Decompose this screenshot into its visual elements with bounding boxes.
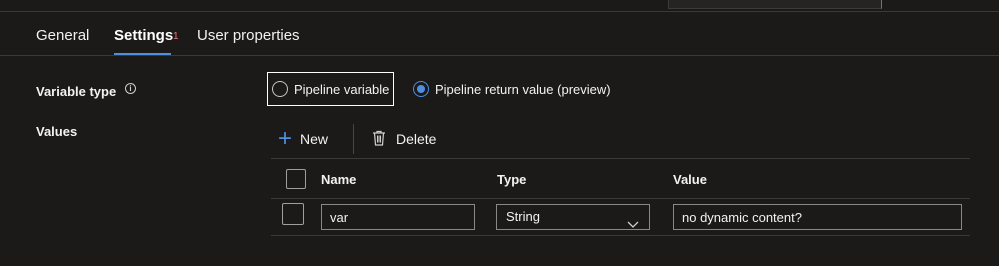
values-label: Values: [36, 124, 78, 139]
top-bar-field[interactable]: [668, 0, 882, 9]
grid-top-border: [271, 158, 970, 159]
radio-pipeline-variable-label: Pipeline variable: [294, 81, 390, 97]
tab-general[interactable]: General: [36, 27, 89, 44]
select-all-checkbox[interactable]: [286, 169, 306, 189]
radio-circle-icon: [272, 81, 288, 97]
column-header-type[interactable]: Type: [497, 172, 526, 187]
radio-pipeline-return-value[interactable]: Pipeline return value (preview): [413, 72, 611, 106]
radio-pipeline-variable[interactable]: Pipeline variable: [267, 72, 395, 106]
settings-error-badge: 1: [173, 31, 179, 42]
column-header-value[interactable]: Value: [673, 172, 707, 187]
tab-user-properties[interactable]: User properties: [197, 27, 300, 44]
toolbar-divider: [353, 124, 354, 154]
radio-checked-icon: [413, 81, 429, 97]
grid-header-border: [271, 198, 970, 199]
info-icon[interactable]: i: [125, 83, 136, 94]
new-button-label: New: [300, 131, 329, 147]
variable-name-input[interactable]: [321, 204, 475, 230]
type-select[interactable]: String: [496, 204, 650, 230]
variable-value-input[interactable]: [673, 204, 962, 230]
tab-bar: General Settings 1 User properties: [0, 12, 999, 56]
column-header-name[interactable]: Name: [321, 172, 356, 187]
active-tab-underline: [114, 53, 171, 55]
variable-type-label: Variable type: [36, 84, 117, 99]
plus-icon: +: [278, 125, 293, 152]
trash-icon: [372, 130, 386, 149]
grid-row-border: [271, 235, 970, 236]
row-checkbox[interactable]: [282, 203, 304, 225]
delete-button-label: Delete: [396, 131, 437, 147]
radio-pipeline-return-value-label: Pipeline return value (preview): [435, 81, 611, 97]
top-bar: [0, 0, 999, 12]
type-select-value: String: [506, 209, 540, 224]
delete-button[interactable]: Delete: [372, 127, 436, 151]
chevron-down-icon: [627, 213, 639, 237]
tab-settings[interactable]: Settings: [114, 27, 173, 44]
new-button[interactable]: + New: [278, 127, 328, 151]
